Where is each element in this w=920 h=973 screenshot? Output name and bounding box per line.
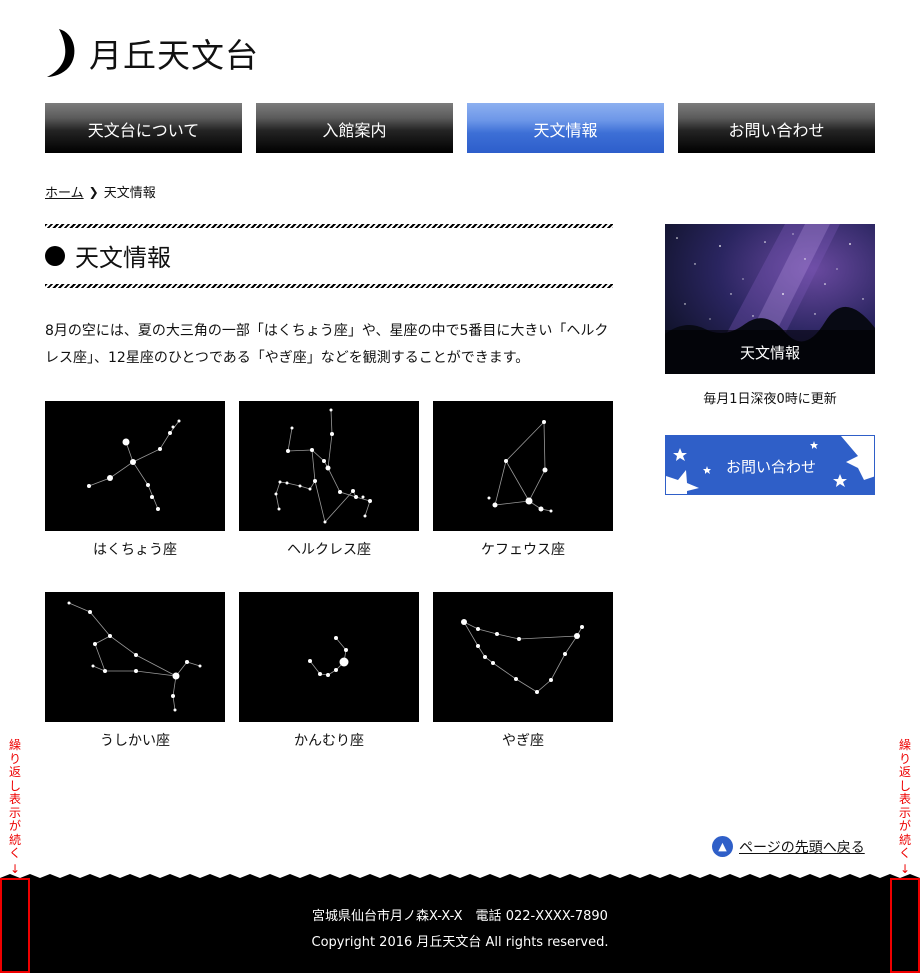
cepheus-diagram — [487, 420, 553, 513]
title-divider-bottom — [45, 284, 613, 288]
repeat-annotation-right: 繰り返し表示が続く — [898, 738, 911, 860]
page-title: 天文情報 — [75, 244, 171, 272]
back-to-top-link[interactable]: ▲ ページの先頭へ戻る — [712, 836, 865, 857]
constellation-name-cepheus: ケフェウス座 — [481, 542, 565, 558]
cygnus-diagram — [87, 419, 181, 511]
intro-text: 8月の空には、夏の大三角の一部「はくちょう座」や、星座の中で5番目に大きい「ヘル… — [45, 323, 609, 366]
site-footer: 宮城県仙台市月ノ森X-X-X 電話 022-XXXX-7890 Copyrigh… — [0, 874, 920, 973]
constellation-name-capricornus: やぎ座 — [502, 733, 544, 749]
constellation-image-bootes[interactable] — [45, 592, 225, 722]
site-logo[interactable]: 月丘天文台 — [45, 27, 259, 79]
hercules-diagram — [274, 408, 372, 524]
nav-item-contact[interactable]: お問い合わせ — [678, 103, 875, 153]
repeat-box-right — [890, 878, 920, 973]
constellation-name-hercules: ヘルクレス座 — [287, 542, 371, 558]
breadcrumb: ホーム ❯ 天文情報 — [45, 182, 156, 202]
title-divider-top — [45, 224, 613, 228]
bullet-icon — [45, 245, 65, 266]
nav-item-astronomy[interactable]: 天文情報 — [467, 103, 664, 153]
constellation-name-bootes: うしかい座 — [100, 733, 170, 749]
nav-item-about[interactable]: 天文台について — [45, 103, 242, 153]
banner-caption: 天文情報 — [665, 330, 875, 374]
astronomy-banner[interactable]: 天文情報 — [665, 224, 875, 374]
constellation-image-capricornus[interactable] — [433, 592, 613, 722]
back-to-top-label: ページの先頭へ戻る — [739, 839, 865, 856]
constellation-image-cepheus[interactable] — [433, 401, 613, 531]
crescent-moon-icon — [47, 29, 75, 77]
chevron-up-icon: ▲ — [712, 836, 733, 857]
constellation-image-corona-borealis[interactable] — [239, 592, 419, 722]
down-arrow-icon: ↓ — [10, 862, 21, 876]
constellation-image-hercules[interactable] — [239, 401, 419, 531]
repeat-annotation-left: 繰り返し表示が続く — [8, 738, 21, 860]
global-nav: 天文台について 入館案内 天文情報 お問い合わせ — [45, 103, 875, 153]
bootes-diagram — [67, 601, 202, 712]
constellation-image-cygnus[interactable] — [45, 401, 225, 531]
repeat-box-left — [0, 878, 30, 973]
update-note: 毎月1日深夜0時に更新 — [703, 392, 837, 407]
constellation-name-corona-borealis: かんむり座 — [294, 733, 364, 749]
breadcrumb-home-link[interactable]: ホーム — [45, 182, 84, 201]
footer-zigzag-edge — [0, 874, 920, 884]
contact-banner-label: お問い合わせ — [725, 457, 816, 476]
footer-copyright: Copyright 2016 月丘天文台 All rights reserved… — [311, 935, 609, 950]
constellation-name-cygnus: はくちょう座 — [93, 542, 177, 558]
capricornus-diagram — [461, 619, 584, 694]
chevron-right-icon: ❯ — [88, 184, 99, 199]
corona-borealis-diagram — [308, 636, 349, 677]
contact-banner-button[interactable]: お問い合わせ — [665, 435, 875, 495]
nav-item-admission[interactable]: 入館案内 — [256, 103, 453, 153]
page-heading: 天文情報 — [45, 238, 171, 273]
breadcrumb-current: 天文情報 — [103, 186, 156, 201]
footer-address: 宮城県仙台市月ノ森X-X-X 電話 022-XXXX-7890 — [312, 909, 608, 924]
site-title: 月丘天文台 — [89, 36, 259, 75]
down-arrow-icon: ↓ — [900, 862, 911, 876]
